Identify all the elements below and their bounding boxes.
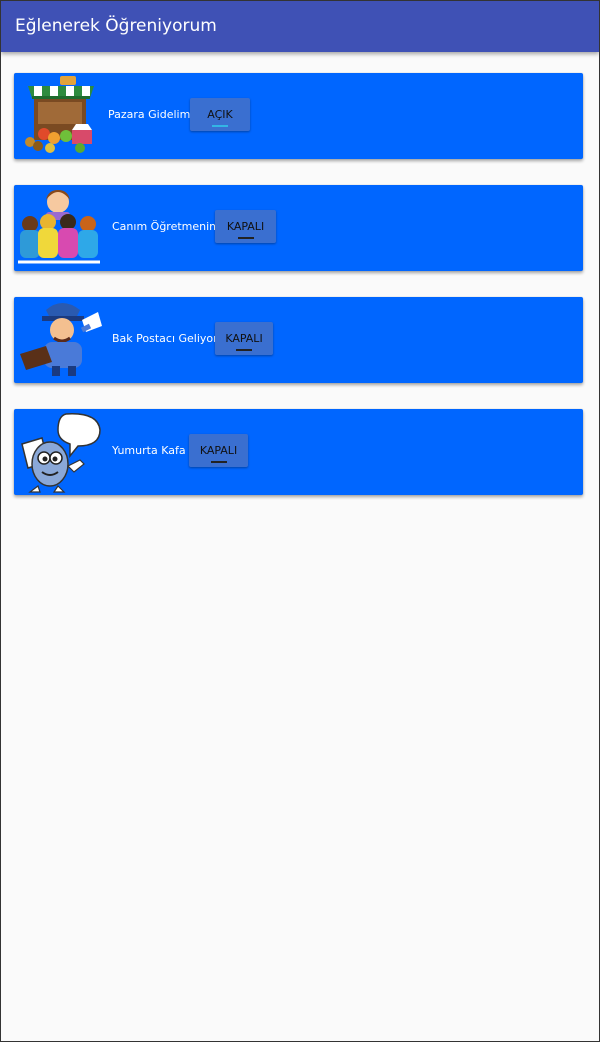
toggle-label: KAPALI — [226, 220, 265, 233]
item-label: Yumurta Kafa — [112, 444, 186, 457]
toggle-label: KAPALI — [225, 332, 263, 345]
list-item-pazara-gidelim: Pazara Gidelim AÇIK — [14, 73, 583, 159]
list-item-yumurta-kafa: Yumurta Kafa KAPALI — [14, 409, 583, 495]
app-title: Eğlenerek Öğreniyorum — [15, 16, 217, 36]
item-label: Pazara Gidelim — [108, 108, 191, 121]
toggle-label: KAPALI — [199, 444, 238, 457]
toggle-indicator — [210, 461, 227, 463]
toggle-button[interactable]: KAPALI — [189, 434, 248, 467]
toggle-button[interactable]: KAPALI — [215, 322, 273, 355]
postman-icon — [20, 303, 102, 376]
list-item-bak-postaci-geliyor: Bak Postacı Geliyor KAPALI — [14, 297, 583, 383]
egg-head-icon — [21, 413, 101, 493]
market-stall-icon — [25, 76, 94, 153]
app-screen: Eğlenerek Öğreniyorum Pazara Gidelim AÇI… — [0, 0, 600, 1042]
toggle-label: AÇIK — [207, 108, 233, 121]
toggle-indicator — [212, 125, 228, 127]
toggle-button[interactable]: AÇIK — [190, 98, 250, 131]
teacher-children-icon — [18, 190, 100, 264]
list-item-canim-ogretmenim: Canım Öğretmenim KAPALI — [14, 185, 583, 271]
toggle-button[interactable]: KAPALI — [215, 210, 276, 243]
toggle-indicator — [237, 237, 254, 239]
app-bar: Eğlenerek Öğreniyorum — [1, 1, 599, 52]
item-label: Bak Postacı Geliyor — [112, 332, 218, 345]
item-label: Canım Öğretmenim — [112, 220, 220, 233]
toggle-indicator — [236, 349, 252, 351]
